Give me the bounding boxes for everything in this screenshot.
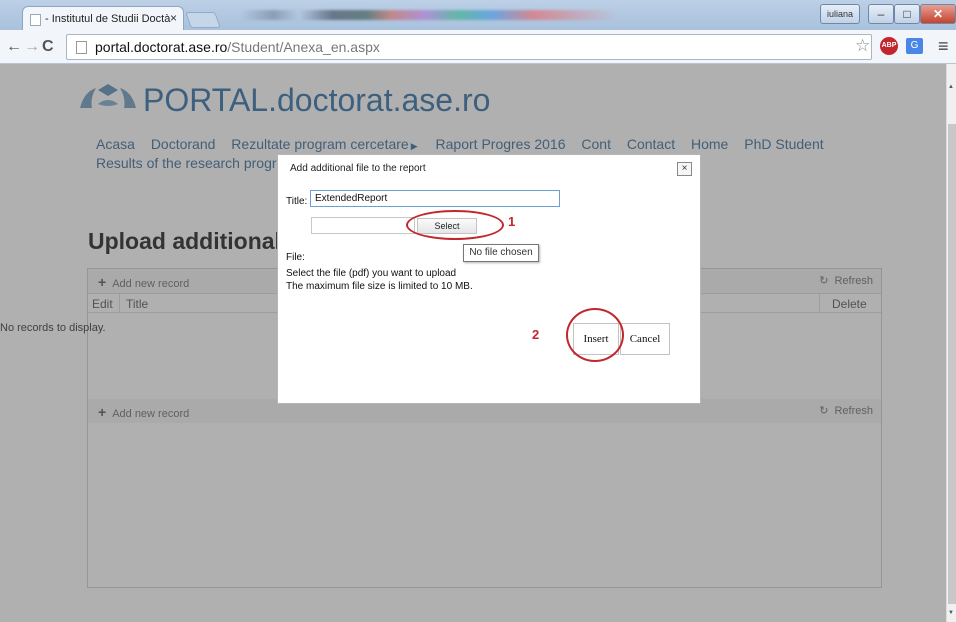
bookmark-star-icon[interactable]: ☆ — [855, 36, 870, 56]
no-file-chosen-tooltip: No file chosen — [463, 244, 539, 262]
tab-title: - Institutul de Studii Doctà — [45, 13, 171, 25]
blurred-bookmarks — [240, 10, 660, 20]
translate-icon[interactable]: G — [906, 38, 923, 54]
maximize-button[interactable]: □ — [894, 4, 920, 24]
tab-close-icon[interactable]: × — [170, 11, 177, 25]
annotation-step-1: 1 — [508, 214, 516, 229]
dialog-close-icon[interactable]: × — [677, 162, 692, 176]
dialog-title: Add additional file to the report — [290, 163, 426, 174]
file-hint-size: The maximum file size is limited to 10 M… — [286, 281, 473, 292]
file-label: File: — [286, 252, 305, 263]
browser-toolbar: ← → C portal.doctorat.ase.ro/Student/Ane… — [0, 30, 956, 64]
user-profile-badge[interactable]: iuliana — [820, 4, 860, 24]
page-icon — [76, 41, 87, 54]
scroll-up-icon[interactable]: ▲ — [948, 84, 954, 90]
scroll-down-icon[interactable]: ▼ — [948, 610, 954, 616]
title-input[interactable] — [310, 190, 560, 207]
minimize-button[interactable]: – — [868, 4, 894, 24]
annotation-circle-insert — [566, 308, 624, 362]
url-path: /Student/Anexa_en.aspx — [227, 39, 380, 55]
new-tab-button[interactable] — [185, 12, 221, 28]
address-bar[interactable]: portal.doctorat.ase.ro/Student/Anexa_en.… — [66, 34, 872, 60]
browser-menu-icon[interactable]: ≡ — [938, 36, 949, 57]
page-viewport: PORTAL.doctorat.ase.ro Acasa Doctorand R… — [0, 64, 946, 622]
cancel-button[interactable]: Cancel — [620, 323, 670, 355]
adblock-icon[interactable]: ABP — [880, 37, 898, 55]
title-label: Title: — [286, 196, 308, 207]
scrollbar-thumb[interactable] — [948, 124, 956, 604]
add-file-dialog: Add additional file to the report × Titl… — [277, 154, 701, 404]
annotation-circle-select — [406, 210, 504, 240]
annotation-step-2: 2 — [532, 327, 540, 342]
file-path-box — [311, 217, 415, 234]
forward-arrow-icon[interactable]: → — [24, 38, 40, 56]
page-scrollbar[interactable]: ▲ ▼ — [946, 64, 956, 622]
reload-icon[interactable]: C — [42, 38, 54, 56]
file-hint-format: Select the file (pdf) you want to upload — [286, 268, 457, 279]
browser-tab[interactable]: - Institutul de Studii Doctà × — [22, 6, 184, 32]
page-favicon-icon — [30, 14, 41, 26]
window-close-button[interactable]: ✕ — [920, 4, 956, 24]
url-host: portal.doctorat.ase.ro — [95, 39, 228, 55]
back-arrow-icon[interactable]: ← — [6, 38, 22, 56]
browser-title-bar: - Institutul de Studii Doctà × iuliana –… — [0, 0, 956, 32]
